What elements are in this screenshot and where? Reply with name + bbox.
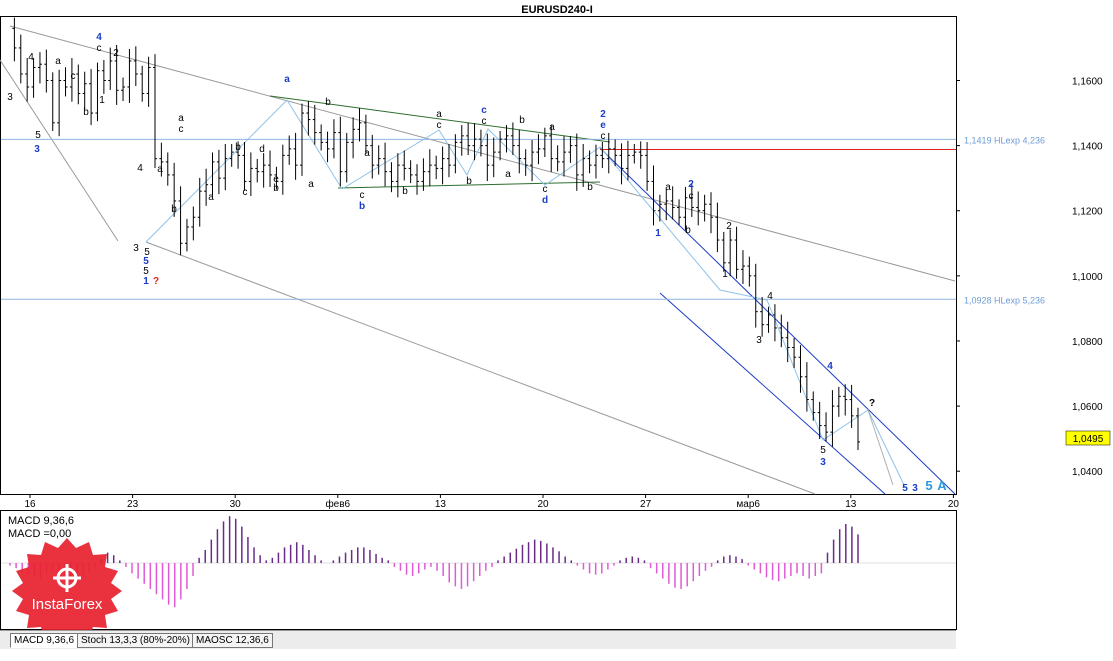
- y-tick-label: 1,1400: [1072, 142, 1103, 153]
- wave-label: c: [543, 184, 548, 195]
- wave-label: c: [71, 71, 76, 82]
- wave-label: 2: [600, 109, 606, 120]
- wave-label: 2: [688, 179, 694, 190]
- wave-label: b: [359, 201, 365, 212]
- wave-label: b: [273, 183, 279, 194]
- wave-label: a: [436, 109, 442, 120]
- macd-label-1: MACD 9,36,6: [8, 515, 74, 527]
- x-tick-label: 27: [640, 499, 652, 510]
- wave-label: b: [235, 142, 241, 153]
- wave-label: 5: [902, 483, 908, 494]
- wave-label: b: [685, 225, 691, 236]
- wave-label: ?: [869, 398, 875, 409]
- wave-label: A: [937, 478, 947, 493]
- wave-label: a: [665, 182, 671, 193]
- wave-label: d: [542, 195, 548, 206]
- y-tick-label: 1,0400: [1072, 467, 1103, 478]
- wave-label: c: [97, 43, 102, 54]
- wave-label: a: [549, 122, 555, 133]
- wave-label: 5: [925, 478, 932, 493]
- wave-label: 1: [143, 276, 149, 287]
- wave-label: a: [308, 179, 314, 190]
- x-tick-label: 30: [230, 499, 242, 510]
- current-price-tag: 1,0495: [1065, 430, 1111, 446]
- wave-label: 3: [820, 457, 826, 468]
- wave-label: b: [587, 182, 593, 193]
- wave-label: b: [325, 97, 331, 108]
- current-price-label: 1,0495: [1073, 434, 1104, 445]
- wave-label: 2: [113, 48, 119, 59]
- wave-label: a: [157, 164, 163, 175]
- wave-label: b: [83, 107, 89, 118]
- wave-label: a: [284, 74, 290, 85]
- tab-stoch[interactable]: Stoch 13,3,3 (80%-20%): [77, 633, 194, 648]
- wave-label: a: [55, 56, 61, 67]
- level-label: 1,1419 HLexp 4,236: [964, 135, 1045, 145]
- chart-title: EURUSD240-I: [521, 4, 593, 16]
- wave-label: a: [208, 192, 214, 203]
- wave-label: 4: [137, 163, 143, 174]
- y-tick-label: 1,1600: [1072, 76, 1103, 87]
- wave-label: 1: [655, 228, 661, 239]
- wave-label: c: [689, 191, 694, 202]
- wave-label: c: [601, 131, 606, 142]
- wave-label: 1: [722, 269, 728, 280]
- wave-label: b: [402, 186, 408, 197]
- wave-label: 3: [133, 243, 139, 254]
- wave-label: b: [466, 176, 472, 187]
- wave-label: 2: [726, 221, 732, 232]
- x-tick-label: 16: [24, 499, 36, 510]
- wave-label: 4: [28, 52, 34, 63]
- wave-label: c: [437, 120, 442, 131]
- wave-label: 3: [756, 335, 762, 346]
- wave-label: c: [481, 105, 487, 116]
- y-tick-label: 1,0800: [1072, 337, 1103, 348]
- wave-label: a: [364, 148, 370, 159]
- wave-label: 3: [7, 92, 13, 103]
- wave-label: a: [178, 113, 184, 124]
- wave-label: c: [243, 187, 248, 198]
- wave-label: 4: [96, 32, 102, 43]
- wave-label: 3: [34, 144, 40, 155]
- wave-label: 4: [767, 291, 773, 302]
- wave-label: b: [171, 204, 177, 215]
- y-tick-label: 1,1200: [1072, 207, 1103, 218]
- x-tick-label: 20: [537, 499, 549, 510]
- tab-maosc[interactable]: MAOSC 12,36,6: [192, 633, 273, 648]
- wave-label: 3: [912, 483, 918, 494]
- wave-label: a: [505, 169, 511, 180]
- y-tick-label: 1,1000: [1072, 272, 1103, 283]
- x-tick-label: фев6: [325, 498, 350, 510]
- wave-label: ?: [153, 276, 159, 287]
- x-tick-label: мар6: [736, 499, 760, 510]
- indicator-tabs: MACD 9,36,6 Stoch 13,3,3 (80%-20%) MAOSC…: [0, 630, 956, 649]
- wave-label: 5: [35, 130, 41, 141]
- wave-label: b: [519, 115, 525, 126]
- x-tick-label: 13: [435, 499, 447, 510]
- x-tick-label: 20: [948, 499, 960, 510]
- wave-label: c: [179, 124, 184, 135]
- wave-label: 4: [827, 361, 833, 372]
- wave-label: e: [600, 120, 606, 131]
- level-label: 1,0928 HLexp 5,236: [964, 295, 1045, 305]
- wave-label: c: [482, 116, 487, 127]
- wave-label: 5: [820, 445, 826, 456]
- y-tick-label: 1,0600: [1072, 402, 1103, 413]
- logo-text: InstaForex: [31, 596, 103, 613]
- wave-label: c: [360, 190, 365, 201]
- chart-canvas: EURUSD240-I 1,1419 HLexp 4,236 1,0928 HLe…: [0, 0, 1113, 661]
- x-tick-label: 13: [845, 499, 857, 510]
- tab-macd[interactable]: MACD 9,36,6: [10, 633, 79, 648]
- wave-label: d: [259, 144, 265, 155]
- wave-label: 1: [99, 95, 105, 106]
- x-tick-label: 23: [127, 499, 139, 510]
